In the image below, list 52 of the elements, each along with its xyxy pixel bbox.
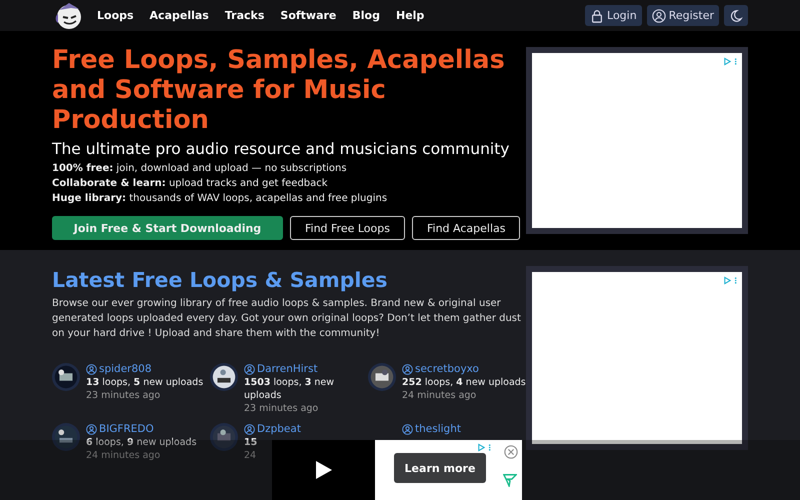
section-intro: Browse our ever growing library of free audio loops & samples. Brand new & original user generated loops uploaded every day. Got your own original loops? Don’t let them gather dust on your hard drive ! Upload and share them with the community!: [52, 297, 522, 341]
ad-choices-icon[interactable]: [724, 276, 738, 285]
theme-toggle-button[interactable]: [724, 5, 748, 26]
timestamp: 23 minutes ago: [244, 402, 320, 415]
video-player[interactable]: [272, 440, 375, 500]
ad-choices-icon[interactable]: [724, 57, 738, 66]
feature-line: Huge library: thousands of WAV loops, acapellas and free plugins: [52, 192, 388, 206]
find-button[interactable]: Find Acapellas: [412, 216, 520, 240]
funnel-icon: [503, 473, 517, 487]
user-link[interactable]: theslight: [402, 423, 526, 436]
hero-title: Free Loops, Samples, Acapellas and Software for Music Production: [52, 45, 506, 135]
ad-choices-icon[interactable]: [478, 443, 492, 452]
user-icon: [402, 424, 413, 435]
lock-icon: [590, 8, 604, 22]
nav-link[interactable]: Loops: [97, 9, 134, 22]
user-stats: 252 loops, 4 new uploads: [402, 376, 526, 389]
user-stats: 13 loops, 5 new uploads: [86, 376, 204, 389]
user-link[interactable]: DarrenHirst: [244, 363, 368, 376]
timestamp: 24: [244, 449, 258, 462]
nav-link[interactable]: Software: [280, 9, 336, 22]
user-stats: 1503 loops, 3 new uploads: [244, 376, 336, 402]
user-icon: [652, 8, 666, 22]
timestamp: 24 minutes ago: [86, 449, 162, 462]
user-icon: [402, 364, 413, 375]
timestamp: 24 minutes ago: [402, 389, 478, 402]
hero-subtitle: The ultimate pro audio resource and musicians community: [52, 140, 510, 158]
user-link[interactable]: Dzpbeat: [244, 423, 368, 436]
nav-link[interactable]: Blog: [352, 9, 380, 22]
user-icon: [86, 364, 97, 375]
play-icon[interactable]: [316, 461, 332, 479]
close-icon[interactable]: [504, 445, 518, 459]
user-link[interactable]: spider808: [86, 363, 210, 376]
moon-icon: [729, 8, 743, 22]
user-icon: [244, 364, 255, 375]
feature-line: 100% free: join, download and upload — no subscriptions: [52, 162, 348, 176]
timestamp: 23 minutes ago: [86, 389, 162, 402]
nav-link[interactable]: Help: [396, 9, 424, 22]
user-stats: 6 loops, 9 new uploads: [86, 436, 198, 449]
user-icon: [244, 424, 255, 435]
join-button[interactable]: Join Free & Start Downloading: [52, 216, 283, 240]
user-icon: [86, 424, 97, 435]
user-stats: 15: [244, 436, 258, 449]
find-button[interactable]: Find Free Loops: [290, 216, 405, 240]
register-button[interactable]: Register: [646, 5, 719, 26]
user-link[interactable]: secretboyxo: [402, 363, 526, 376]
section-heading: Latest Free Loops & Samples: [52, 268, 389, 292]
user-link[interactable]: BIGFREDO: [86, 423, 210, 436]
feature-line: Collaborate & learn: upload tracks and get feedback: [52, 177, 329, 191]
nav-link[interactable]: Acapellas: [150, 9, 209, 22]
login-button[interactable]: Login: [585, 5, 642, 26]
learn-more-button[interactable]: Learn more: [394, 453, 486, 483]
nav-link[interactable]: Tracks: [224, 9, 264, 22]
